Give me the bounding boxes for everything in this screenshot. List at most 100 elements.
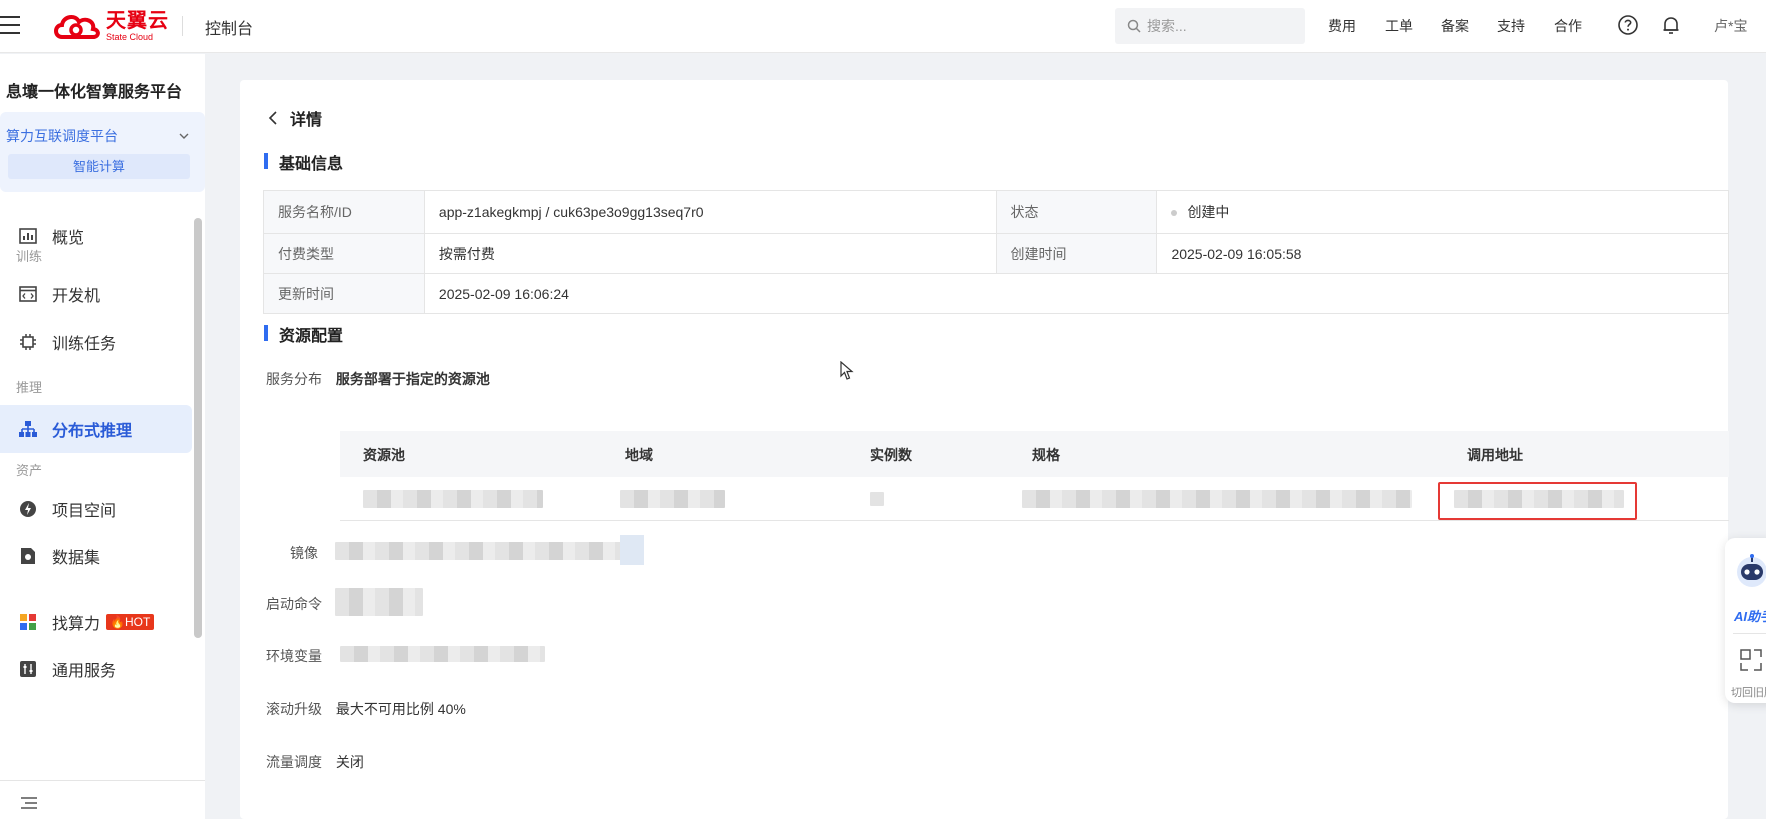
menu-group-train: 训练 [16, 249, 43, 264]
nav-fees[interactable]: 费用 [1328, 16, 1356, 36]
selector-tag[interactable]: 智能计算 [8, 154, 190, 179]
cloud-logo-icon [52, 11, 102, 41]
basic-info-table: 服务名称/ID app-z1akegkmpj / cuk63pe3o9gg13s… [263, 190, 1730, 314]
sidebar-item-distributed-inference[interactable]: 分布式推理 [0, 405, 192, 453]
sidebar-item-label: 训练任务 [52, 336, 117, 353]
robot-icon[interactable] [1733, 552, 1766, 593]
collapse-menu-icon[interactable] [20, 796, 38, 813]
sidebar-scrollbar[interactable] [194, 218, 202, 638]
info-key: 服务名称/ID [263, 190, 425, 234]
sidebar: 息壤一体化智算服务平台 算力互联调度平台 智能计算 概览 训练 开发机 训练任务… [0, 54, 205, 819]
logo-text: 天翼云 [106, 9, 169, 32]
nav-support[interactable]: 支持 [1497, 16, 1525, 36]
database-icon [18, 546, 38, 566]
col-header-pool: 资源池 [363, 447, 405, 463]
table-row [340, 477, 1729, 521]
table-header: 资源池 地域 实例数 规格 调用地址 [340, 431, 1729, 477]
redacted-env [340, 646, 545, 662]
platform-title: 息壤一体化智算服务平台 [6, 84, 183, 101]
mouse-cursor-icon [840, 360, 854, 384]
sliders-icon [18, 659, 38, 679]
sidebar-item-project[interactable]: 项目空间 [0, 485, 192, 533]
kv-value: 最大不可用比例 40% [335, 701, 466, 717]
sidebar-item-dataset[interactable]: 数据集 [0, 532, 192, 580]
section-title-resource: 资源配置 [264, 322, 343, 346]
page-title: 详情 [290, 112, 323, 129]
bolt-icon [18, 499, 38, 519]
sidebar-item-label: 开发机 [52, 288, 101, 305]
bell-icon[interactable] [1660, 14, 1682, 39]
status-dot [1171, 210, 1178, 217]
col-header-endpoint: 调用地址 [1467, 447, 1523, 463]
kv-value: 服务部署于指定的资源池 [335, 371, 490, 387]
nav-filing[interactable]: 备案 [1441, 16, 1469, 36]
switch-version-icon[interactable] [1739, 648, 1763, 675]
section-title-basic: 基础信息 [264, 150, 343, 174]
col-header-spec: 规格 [1032, 447, 1060, 463]
redacted-spec [1022, 490, 1412, 508]
user-name[interactable]: 卢*宝 [1714, 16, 1766, 36]
info-key: 付费类型 [263, 233, 425, 274]
platform-selector[interactable]: 算力互联调度平台 智能计算 [0, 112, 205, 192]
info-key: 创建时间 [995, 233, 1158, 274]
kv-key: 服务分布 [266, 371, 322, 387]
code-window-icon [18, 284, 38, 304]
kv-key: 镜像 [290, 545, 318, 561]
help-icon[interactable] [1617, 14, 1639, 39]
switch-version-label[interactable]: 切回旧版 [1731, 684, 1766, 700]
logo[interactable]: 天翼云 State Cloud [52, 10, 169, 42]
top-bar: 天翼云 State Cloud 控制台 搜索... 费用 工单 备案 支持 合作… [0, 0, 1766, 53]
sidebar-item-label: 概览 [52, 230, 85, 247]
info-key: 更新时间 [263, 273, 425, 314]
menu-icon[interactable] [0, 16, 22, 34]
service-distribution: 服务分布 服务部署于指定的资源池 [266, 369, 490, 389]
selector-label: 算力互联调度平台 [6, 128, 118, 144]
chevron-down-icon [178, 128, 190, 143]
kv-key: 环境变量 [266, 648, 322, 664]
sidebar-item-label: 数据集 [52, 550, 101, 567]
menu-group-asset: 资产 [16, 463, 43, 478]
env-vars-field: 环境变量 [266, 646, 322, 666]
chip-icon [18, 332, 38, 352]
nav-tickets[interactable]: 工单 [1385, 16, 1413, 36]
redacted-image [335, 542, 642, 560]
resource-pool-table: 资源池 地域 实例数 规格 调用地址 [340, 431, 1729, 521]
kv-key: 启动命令 [266, 596, 322, 612]
ai-assistant-label[interactable]: AI助手 [1734, 606, 1766, 625]
col-header-region: 地域 [625, 447, 653, 463]
divider [0, 780, 205, 781]
logo-subtext: State Cloud [106, 31, 154, 42]
search-input[interactable]: 搜索... [1115, 8, 1305, 44]
sidebar-item-label: 分布式推理 [52, 423, 133, 440]
chevron-left-icon [268, 111, 277, 125]
sidebar-item-label: 找算力 [52, 616, 101, 633]
detail-card: 详情 基础信息 服务名称/ID app-z1akegkmpj / cuk63pe… [240, 80, 1730, 819]
apps-icon [18, 612, 38, 632]
created-time-value: 2025-02-09 16:05:58 [1156, 233, 1729, 274]
divider [1733, 633, 1766, 634]
console-title[interactable]: 控制台 [205, 15, 253, 39]
rolling-upgrade-field: 滚动升级 最大不可用比例 40% [266, 699, 466, 719]
sidebar-item-devbox[interactable]: 开发机 [0, 270, 192, 318]
kv-key: 流量调度 [266, 754, 322, 770]
col-header-instances: 实例数 [870, 447, 912, 463]
divider [182, 16, 183, 36]
startup-command-field: 启动命令 [266, 594, 322, 614]
chart-icon [18, 226, 38, 246]
sidebar-item-general-service[interactable]: 通用服务 [0, 645, 192, 693]
search-icon [1127, 19, 1141, 33]
redacted-image-tail [620, 535, 644, 565]
service-name-id: app-z1akegkmpj / cuk63pe3o9gg13seq7r0 [423, 190, 997, 234]
nav-partners[interactable]: 合作 [1554, 16, 1582, 36]
highlight-box [1438, 482, 1637, 520]
redacted-pool [363, 490, 543, 508]
sidebar-item-find-compute[interactable]: 找算力 🔥HOT [0, 598, 192, 646]
info-key: 状态 [995, 190, 1158, 234]
hot-badge: 🔥HOT [106, 614, 155, 630]
redacted-instances [870, 492, 884, 506]
status-value: 创建中 [1156, 190, 1729, 234]
sidebar-item-label: 项目空间 [52, 503, 117, 520]
back-button[interactable]: 详情 [268, 106, 322, 130]
sidebar-item-train-task[interactable]: 训练任务 [0, 318, 192, 366]
menu-group-infer: 推理 [16, 380, 43, 395]
